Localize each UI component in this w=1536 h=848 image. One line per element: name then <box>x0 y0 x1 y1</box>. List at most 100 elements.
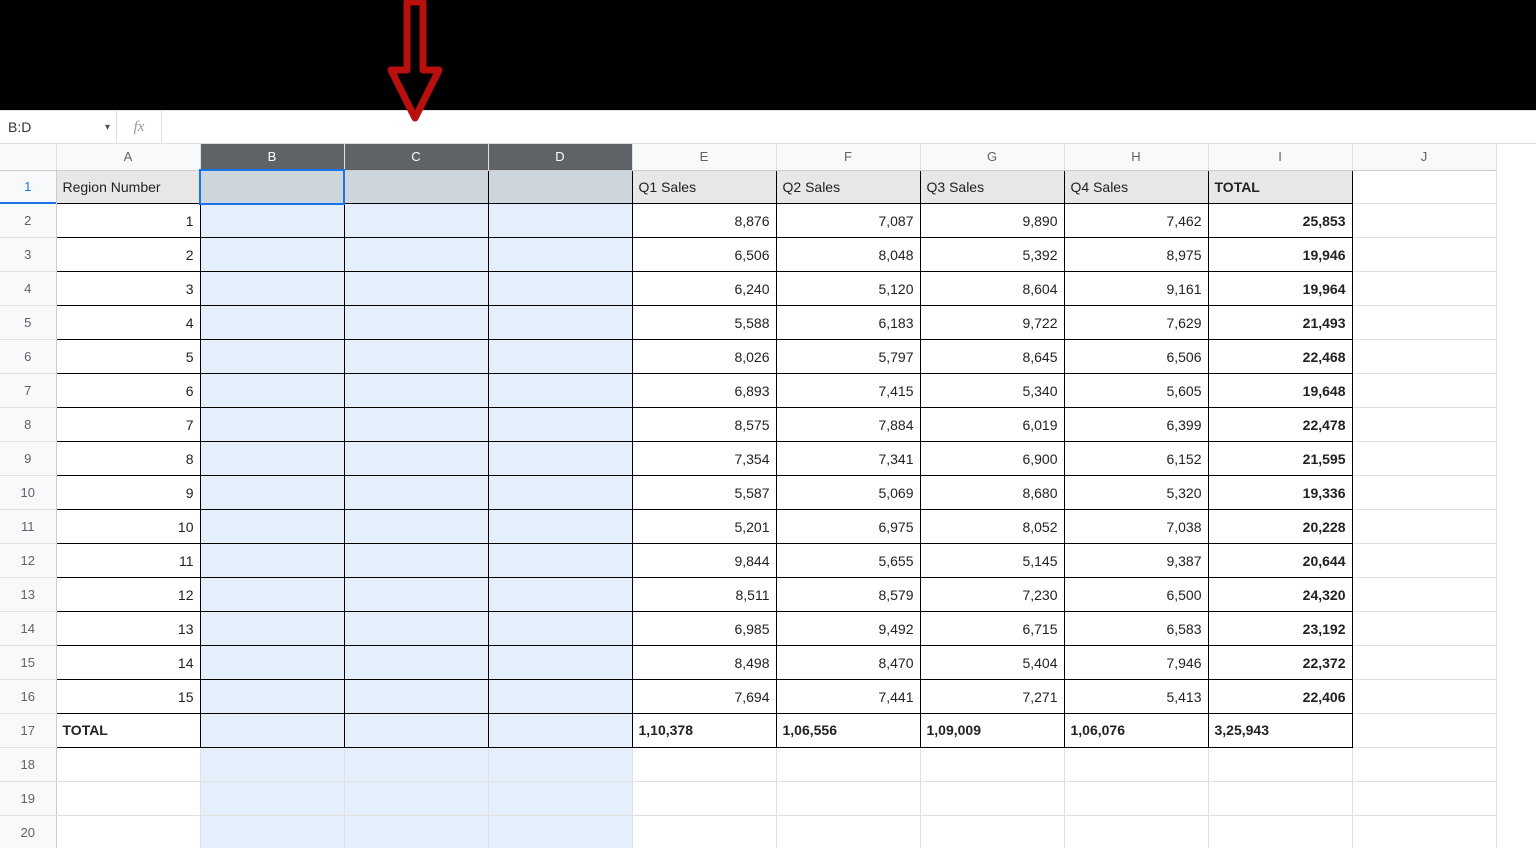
cell-F19[interactable] <box>776 781 920 815</box>
cell-B11[interactable] <box>200 510 344 544</box>
cell-G11-q3[interactable]: 8,052 <box>920 510 1064 544</box>
column-header-C[interactable]: C <box>344 144 488 170</box>
row-header-20[interactable]: 20 <box>0 815 56 848</box>
cell-G8-q3[interactable]: 6,019 <box>920 408 1064 442</box>
cell-J14[interactable] <box>1352 612 1496 646</box>
cell-J6[interactable] <box>1352 340 1496 374</box>
cell-J9[interactable] <box>1352 442 1496 476</box>
cell-E7-q1[interactable]: 6,893 <box>632 374 776 408</box>
cell-F7-q2[interactable]: 7,415 <box>776 374 920 408</box>
cell-E11-q1[interactable]: 5,201 <box>632 510 776 544</box>
cell-J19[interactable] <box>1352 781 1496 815</box>
cell-A5-region[interactable]: 4 <box>56 306 200 340</box>
cell-I14-total[interactable]: 23,192 <box>1208 612 1352 646</box>
cell-H13-q4[interactable]: 6,500 <box>1064 578 1208 612</box>
cell-I12-total[interactable]: 20,644 <box>1208 544 1352 578</box>
cell-H20[interactable] <box>1064 815 1208 848</box>
cell-E19[interactable] <box>632 781 776 815</box>
column-header-E[interactable]: E <box>632 144 776 170</box>
cell-G2-q3[interactable]: 9,890 <box>920 204 1064 238</box>
cell-F14-q2[interactable]: 9,492 <box>776 612 920 646</box>
cell-B3[interactable] <box>200 238 344 272</box>
cell-D7[interactable] <box>488 374 632 408</box>
cell-C2[interactable] <box>344 204 488 238</box>
cell-A13-region[interactable]: 12 <box>56 578 200 612</box>
cell-E3-q1[interactable]: 6,506 <box>632 238 776 272</box>
cell-A19[interactable] <box>56 781 200 815</box>
cell-H8-q4[interactable]: 6,399 <box>1064 408 1208 442</box>
cell-H3-q4[interactable]: 8,975 <box>1064 238 1208 272</box>
cell-A1-region-number-header[interactable]: Region Number <box>56 170 200 204</box>
cell-D4[interactable] <box>488 272 632 306</box>
cell-F12-q2[interactable]: 5,655 <box>776 544 920 578</box>
cell-B1[interactable] <box>200 170 344 204</box>
cell-A14-region[interactable]: 13 <box>56 612 200 646</box>
cell-D11[interactable] <box>488 510 632 544</box>
cell-A12-region[interactable]: 11 <box>56 544 200 578</box>
cell-D10[interactable] <box>488 476 632 510</box>
cell-G13-q3[interactable]: 7,230 <box>920 578 1064 612</box>
select-all-corner[interactable] <box>0 144 56 170</box>
cell-B19[interactable] <box>200 781 344 815</box>
cell-G14-q3[interactable]: 6,715 <box>920 612 1064 646</box>
cell-B9[interactable] <box>200 442 344 476</box>
cell-F16-q2[interactable]: 7,441 <box>776 680 920 714</box>
cell-E20[interactable] <box>632 815 776 848</box>
cell-C8[interactable] <box>344 408 488 442</box>
cell-G4-q3[interactable]: 8,604 <box>920 272 1064 306</box>
cell-I4-total[interactable]: 19,964 <box>1208 272 1352 306</box>
cell-G19[interactable] <box>920 781 1064 815</box>
cell-H10-q4[interactable]: 5,320 <box>1064 476 1208 510</box>
cell-A11-region[interactable]: 10 <box>56 510 200 544</box>
cell-J16[interactable] <box>1352 680 1496 714</box>
cell-E12-q1[interactable]: 9,844 <box>632 544 776 578</box>
cell-A8-region[interactable]: 7 <box>56 408 200 442</box>
cell-J1[interactable] <box>1352 170 1496 204</box>
cell-C10[interactable] <box>344 476 488 510</box>
column-header-I[interactable]: I <box>1208 144 1352 170</box>
cell-C3[interactable] <box>344 238 488 272</box>
cell-J3[interactable] <box>1352 238 1496 272</box>
cell-F9-q2[interactable]: 7,341 <box>776 442 920 476</box>
column-header-H[interactable]: H <box>1064 144 1208 170</box>
cell-E15-q1[interactable]: 8,498 <box>632 646 776 680</box>
cell-B8[interactable] <box>200 408 344 442</box>
spreadsheet-grid[interactable]: ABCDEFGHIJ1Region NumberQ1 SalesQ2 Sales… <box>0 144 1536 848</box>
cell-J18[interactable] <box>1352 747 1496 781</box>
cell-C5[interactable] <box>344 306 488 340</box>
cell-H7-q4[interactable]: 5,605 <box>1064 374 1208 408</box>
cell-J5[interactable] <box>1352 306 1496 340</box>
cell-G15-q3[interactable]: 5,404 <box>920 646 1064 680</box>
cell-B7[interactable] <box>200 374 344 408</box>
cell-C16[interactable] <box>344 680 488 714</box>
cell-D20[interactable] <box>488 815 632 848</box>
cell-D3[interactable] <box>488 238 632 272</box>
column-header-D[interactable]: D <box>488 144 632 170</box>
cell-E5-q1[interactable]: 5,588 <box>632 306 776 340</box>
cell-H12-q4[interactable]: 9,387 <box>1064 544 1208 578</box>
cell-I17-grand-total[interactable]: 3,25,943 <box>1208 714 1352 748</box>
cell-G7-q3[interactable]: 5,340 <box>920 374 1064 408</box>
cell-G16-q3[interactable]: 7,271 <box>920 680 1064 714</box>
cell-D8[interactable] <box>488 408 632 442</box>
cell-D13[interactable] <box>488 578 632 612</box>
cell-A6-region[interactable]: 5 <box>56 340 200 374</box>
cell-A10-region[interactable]: 9 <box>56 476 200 510</box>
cell-C20[interactable] <box>344 815 488 848</box>
cell-C15[interactable] <box>344 646 488 680</box>
cell-F18[interactable] <box>776 747 920 781</box>
cell-I15-total[interactable]: 22,372 <box>1208 646 1352 680</box>
cell-B14[interactable] <box>200 612 344 646</box>
row-header-11[interactable]: 11 <box>0 510 56 544</box>
cell-F13-q2[interactable]: 8,579 <box>776 578 920 612</box>
row-header-12[interactable]: 12 <box>0 544 56 578</box>
cell-H14-q4[interactable]: 6,583 <box>1064 612 1208 646</box>
cell-G6-q3[interactable]: 8,645 <box>920 340 1064 374</box>
row-header-19[interactable]: 19 <box>0 781 56 815</box>
cell-E6-q1[interactable]: 8,026 <box>632 340 776 374</box>
row-header-18[interactable]: 18 <box>0 747 56 781</box>
cell-F10-q2[interactable]: 5,069 <box>776 476 920 510</box>
cell-I19[interactable] <box>1208 781 1352 815</box>
cell-J13[interactable] <box>1352 578 1496 612</box>
row-header-14[interactable]: 14 <box>0 612 56 646</box>
